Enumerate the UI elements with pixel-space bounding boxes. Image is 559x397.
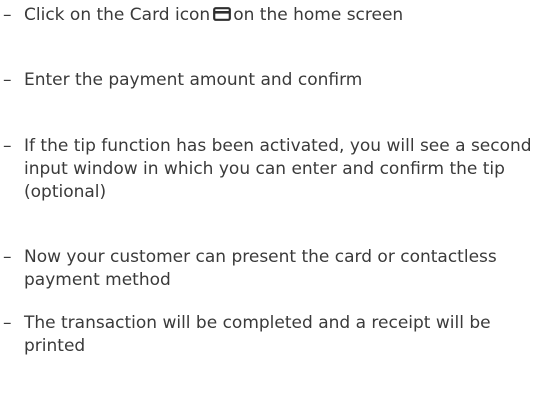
step-text-before-icon: Click on the Card icon bbox=[24, 5, 211, 25]
step-text: The transaction will be completed and a … bbox=[24, 313, 491, 356]
list-dash: – bbox=[3, 313, 12, 333]
step-text-after-icon: on the home screen bbox=[233, 5, 404, 25]
step-open-card: – Click on the Card icon on the home scre… bbox=[0, 4, 545, 27]
step-text: If the tip function has been activated, … bbox=[24, 136, 532, 202]
step-tip: – If the tip function has been activated… bbox=[0, 135, 545, 204]
step-enter-amount: – Enter the payment amount and confirm bbox=[0, 69, 545, 92]
list-dash: – bbox=[3, 70, 12, 90]
list-dash: – bbox=[3, 247, 12, 267]
step-text: Enter the payment amount and confirm bbox=[24, 70, 363, 90]
step-present-card: – Now your customer can present the card… bbox=[0, 246, 545, 292]
list-dash: – bbox=[3, 5, 12, 25]
card-icon bbox=[213, 7, 232, 21]
list-dash: – bbox=[3, 136, 12, 156]
step-complete: – The transaction will be completed and … bbox=[0, 312, 545, 358]
step-text: Now your customer can present the card o… bbox=[24, 247, 497, 290]
